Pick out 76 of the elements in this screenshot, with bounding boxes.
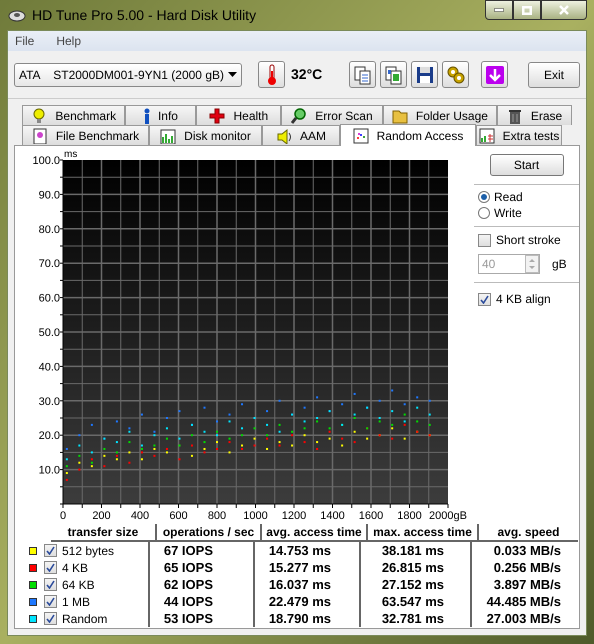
table-cell-text: 14.753 ms [268, 542, 331, 560]
x-tick-label: 1600 [358, 510, 384, 522]
table-cell-text: 53 IOPS [164, 610, 213, 628]
y-axis-unit: ms [64, 149, 78, 160]
menu-item[interactable]: Help [56, 32, 82, 50]
exit-button[interactable]: Exit [528, 62, 580, 88]
table-cell-text: 44 IOPS [164, 592, 213, 611]
table-cell-text: 26.815 ms [382, 558, 444, 577]
y-tick-label: 70.0 [38, 258, 60, 270]
radio-label: Read [494, 189, 523, 206]
table-cell-text: 4 KB [62, 560, 88, 576]
y-tick-label: 90.0 [38, 189, 60, 202]
tab[interactable]: Random Access [340, 124, 476, 146]
x-tick-label: 400 [130, 510, 150, 522]
table-cell-text: 65 IOPS [164, 558, 213, 577]
table-cell-text: Random [62, 610, 108, 628]
column-header: transfer size [66, 524, 140, 540]
y-tick-label: 40.0 [38, 361, 60, 374]
tab[interactable]: Extra tests [476, 125, 562, 145]
table-cell-text: 32.781 ms [382, 610, 444, 628]
column-header: max. access time [366, 524, 477, 540]
x-tick-label: 1400 [320, 510, 345, 522]
column-header: avg. speed [477, 524, 578, 540]
spinner-value: 40 [481, 256, 496, 273]
window-title: HD Tune Pro 5.00 - Hard Disk Utility [32, 6, 256, 25]
x-tick-label: 1200 [282, 510, 306, 522]
checkbox-label: Short stroke [496, 232, 561, 249]
table-cell-text: 27.152 ms [382, 576, 444, 594]
menu-item[interactable]: File [15, 32, 34, 50]
table-cell-text: 64 KB [62, 576, 95, 594]
table-cell-text: 3.897 MB/s [494, 576, 561, 594]
y-tick-label: 100.0 [32, 155, 60, 167]
table-cell-text: 18.790 ms [268, 610, 331, 628]
table-cell-text: 16.037 ms [268, 576, 331, 594]
tab[interactable]: Folder Usage [382, 105, 498, 125]
temperature-reading: 32°C [291, 65, 322, 84]
tab[interactable]: Disk monitor [149, 125, 262, 145]
x-tick-label: 1000 [243, 510, 268, 522]
tab[interactable]: Health [196, 105, 282, 125]
table-cell-text: 22.479 ms [268, 592, 331, 611]
drive-dropdown[interactable]: ATA ST2000DM001-9YN1 (2000 gB) [14, 62, 242, 86]
x-tick-label: 600 [169, 510, 188, 522]
x-tick-label: 0 [60, 510, 66, 522]
table-cell-text: 15.277 ms [268, 558, 331, 577]
start-button[interactable]: Start [490, 154, 564, 176]
y-tick-label: 60.0 [38, 292, 60, 305]
table-cell-text: 0.256 MB/s [494, 558, 561, 577]
tab[interactable]: Info [125, 105, 196, 125]
checkbox-label: 4 KB align [496, 291, 551, 308]
table-cell-text: 512 bytes [62, 542, 114, 560]
x-tick-label: 1800 [397, 510, 422, 522]
x-tick-label: 200 [92, 510, 111, 522]
column-header: operations / sec [155, 524, 260, 540]
table-cell-text: 63.547 ms [382, 592, 444, 611]
table-cell-text: 67 IOPS [164, 542, 213, 560]
table-cell-text: 27.003 MB/s [486, 610, 561, 628]
tab[interactable]: Erase [497, 105, 572, 125]
y-tick-label: 30.0 [38, 396, 60, 408]
unit-label: gB [552, 256, 567, 273]
tab[interactable]: AAM [262, 125, 340, 145]
y-tick-label: 80.0 [38, 224, 60, 236]
x-tick-label: 2000gB [429, 510, 467, 522]
tab[interactable]: Error Scan [281, 105, 383, 125]
radio-label: Write [494, 205, 522, 222]
column-header: avg. access time [260, 524, 366, 540]
table-cell-text: 44.485 MB/s [486, 592, 561, 611]
table-cell-text: 1 MB [62, 594, 90, 610]
table-cell-text: 62 IOPS [164, 576, 213, 594]
y-tick-label: 10.0 [38, 464, 60, 477]
y-tick-label: 50.0 [38, 327, 60, 339]
tab[interactable]: Benchmark [22, 105, 126, 125]
table-cell-text: 38.181 ms [382, 542, 444, 560]
tab[interactable]: File Benchmark [22, 125, 149, 145]
y-tick-label: 20.0 [38, 430, 60, 442]
table-cell-text: 0.033 MB/s [494, 542, 561, 560]
x-tick-label: 800 [208, 510, 226, 522]
